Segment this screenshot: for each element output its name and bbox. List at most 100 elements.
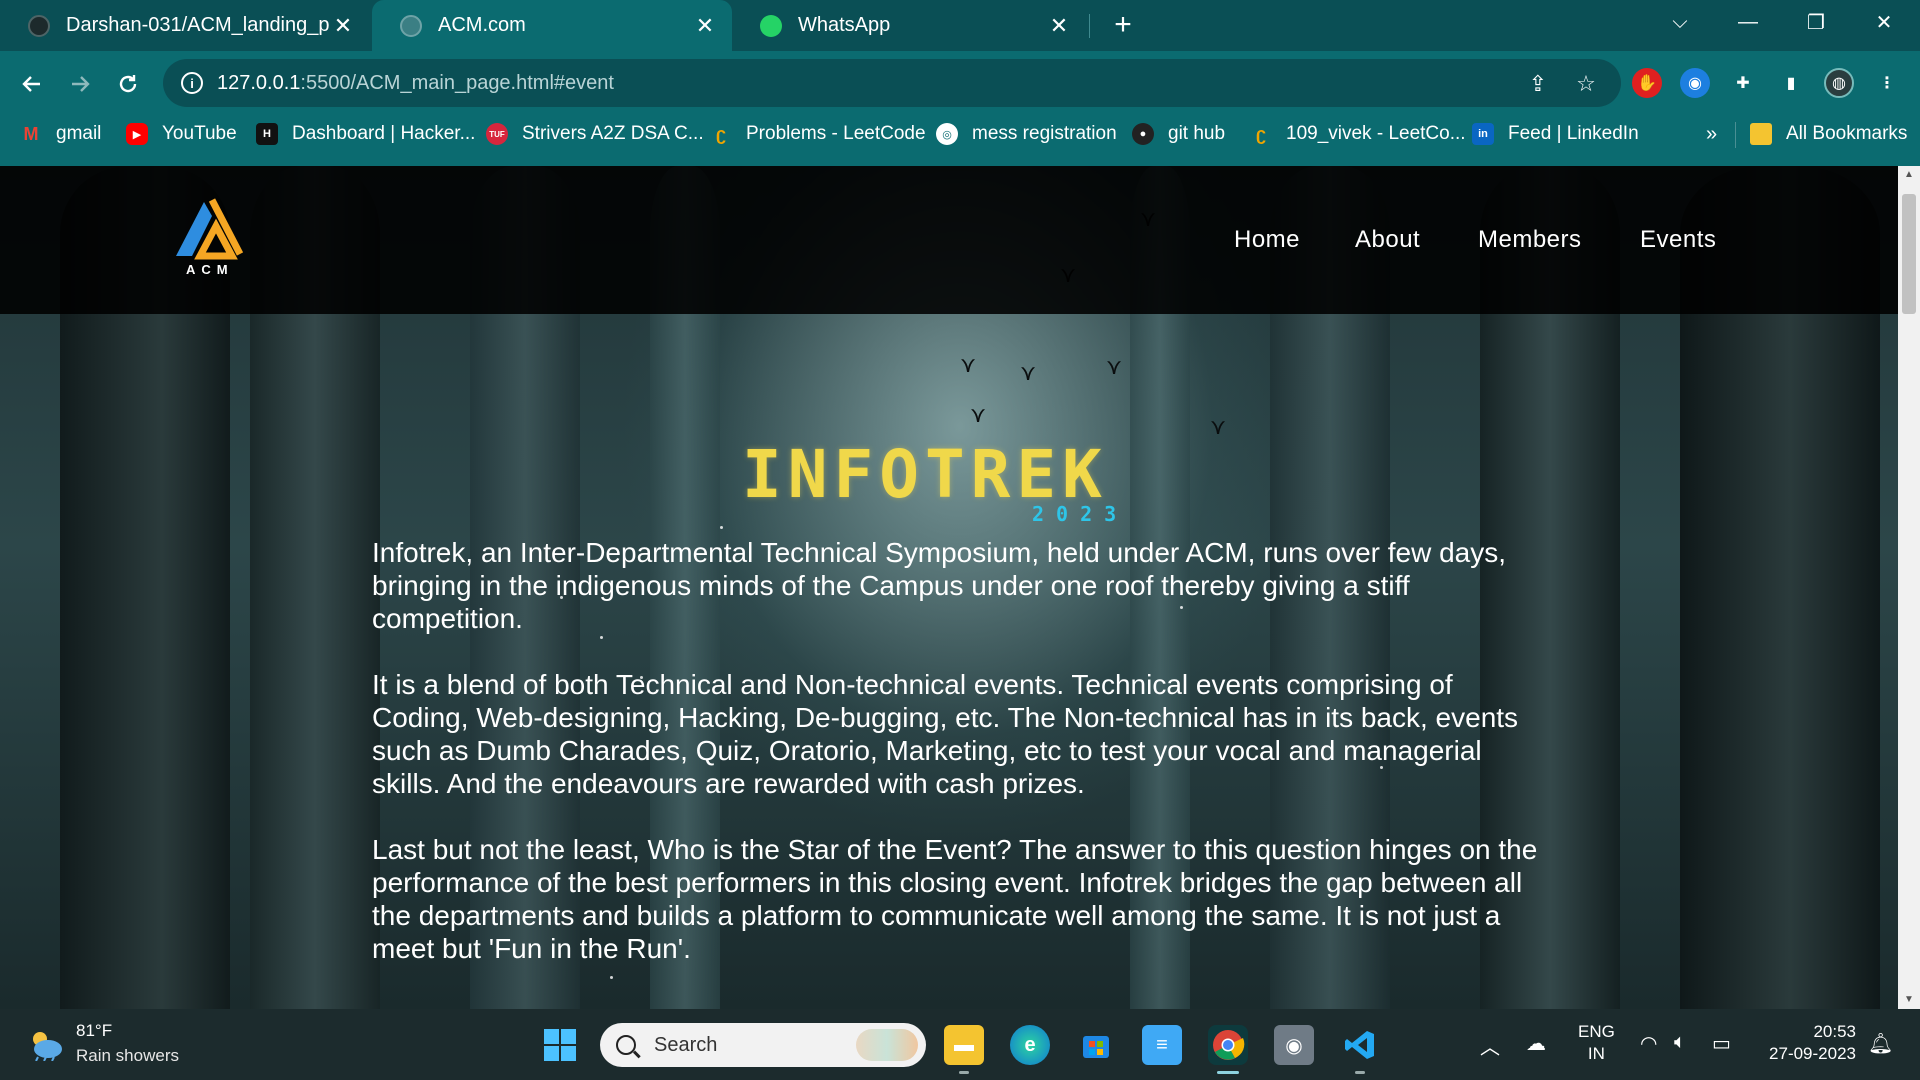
bookmark-label: 109_vivek - LeetCo... <box>1286 123 1466 144</box>
event-paragraph: It is a blend of both Technical and Non-… <box>372 669 1519 799</box>
reload-icon <box>119 75 137 93</box>
new-tab-button[interactable]: + <box>1106 8 1140 42</box>
bookmark-mess-registration[interactable]: ◎ mess registration <box>936 118 1117 150</box>
scroll-down-icon[interactable]: ▼ <box>1898 991 1920 1009</box>
search-placeholder: Search <box>654 1033 718 1056</box>
bookmark-label: Dashboard | Hacker... <box>292 123 476 144</box>
window-close-button[interactable]: ✕ <box>1854 0 1914 44</box>
bird-icon: ⋎ <box>960 352 977 377</box>
scroll-thumb[interactable] <box>1902 194 1916 314</box>
region-code: IN <box>1587 1044 1605 1063</box>
page-scrollbar[interactable]: ▲ ▼ <box>1898 166 1920 1009</box>
vscode-icon[interactable] <box>1340 1025 1380 1065</box>
globe-icon <box>400 14 422 37</box>
restore-button[interactable]: ❐ <box>1786 0 1846 44</box>
notification-bell-icon[interactable]: 🔔︎ <box>1868 1031 1893 1056</box>
search-highlight-art <box>856 1029 918 1061</box>
bookmark-leetcode-problems[interactable]: ʗ Problems - LeetCode <box>710 118 926 150</box>
scroll-up-icon[interactable]: ▲ <box>1898 166 1920 184</box>
battery-icon[interactable]: ▭ <box>1712 1031 1731 1056</box>
bookmark-strivers[interactable]: TUF Strivers A2Z DSA C... <box>486 118 704 150</box>
tab-acm[interactable]: ACM.com ✕ <box>372 0 732 51</box>
nav-members[interactable]: Members <box>1478 226 1582 254</box>
particle <box>720 526 723 529</box>
whatsapp-icon <box>760 14 782 37</box>
tab-whatsapp[interactable]: WhatsApp ✕ <box>732 0 1086 51</box>
bookmarks-bar: M gmail ▶ YouTube H Dashboard | Hacker..… <box>0 118 1920 150</box>
linkedin-icon: in <box>1472 123 1494 145</box>
github-icon <box>28 14 50 37</box>
weather-temperature[interactable]: 81°F <box>76 1021 112 1041</box>
all-bookmarks-button[interactable]: All Bookmarks <box>1750 118 1907 150</box>
gmail-icon: M <box>23 123 39 144</box>
adblock-extension-icon[interactable]: ✋ <box>1632 68 1662 98</box>
event-paragraph: Infotrek, an Inter-Departmental Technica… <box>372 537 1507 634</box>
url-host: 127.0.0.1 <box>217 71 301 94</box>
weather-description[interactable]: Rain showers <box>76 1046 179 1066</box>
site-info-icon[interactable]: i <box>181 72 203 94</box>
bookmarks-overflow-button[interactable]: » <box>1706 118 1717 150</box>
extensions-puzzle-icon[interactable]: ✚ <box>1728 68 1758 98</box>
edge-icon[interactable]: e <box>1010 1025 1050 1065</box>
bookmark-label: git hub <box>1168 123 1226 144</box>
notepad-icon[interactable]: ≡ <box>1142 1025 1182 1065</box>
chevron-up-icon[interactable]: ︿ <box>1480 1031 1500 1060</box>
bookmark-gmail[interactable]: M gmail <box>20 118 102 150</box>
onedrive-icon[interactable]: ☁ <box>1526 1031 1546 1056</box>
file-explorer-icon[interactable]: ▬ <box>944 1025 984 1065</box>
bookmark-star-icon[interactable]: ☆ <box>1572 70 1600 98</box>
tab-github[interactable]: Darshan-031/ACM_landing_page ✕ <box>0 0 370 51</box>
bookmark-label: gmail <box>56 123 102 144</box>
windows-start-icon[interactable] <box>540 1025 580 1065</box>
all-bookmarks-label: All Bookmarks <box>1786 123 1908 144</box>
extension-wave-icon[interactable]: ◉ <box>1680 68 1710 98</box>
minimize-button[interactable]: — <box>1718 0 1778 44</box>
bird-icon: ⋎ <box>1210 414 1227 439</box>
bookmark-youtube[interactable]: ▶ YouTube <box>126 118 237 150</box>
tab-label: ACM.com <box>438 14 526 36</box>
logo-text: ACM <box>186 262 234 277</box>
wifi-icon[interactable]: ◠ <box>1640 1031 1657 1056</box>
event-description: Infotrek, an Inter-Departmental Technica… <box>372 536 1542 998</box>
address-bar[interactable]: i 127.0.0.1:5500/ACM_main_page.html#even… <box>163 59 1621 107</box>
nav-about[interactable]: About <box>1355 226 1420 254</box>
menu-kebab-icon[interactable]: ⋮ <box>1872 68 1902 98</box>
language-indicator[interactable]: ENG IN <box>1578 1021 1615 1065</box>
globe-icon: ◎ <box>936 123 958 145</box>
close-icon[interactable]: ✕ <box>1046 13 1072 39</box>
bookmark-hackerrank[interactable]: H Dashboard | Hacker... <box>256 118 475 150</box>
bookmark-linkedin[interactable]: in Feed | LinkedIn <box>1472 118 1639 150</box>
bird-icon: ⋎ <box>970 402 987 427</box>
system-clock[interactable]: 20:53 27-09-2023 <box>1760 1021 1856 1065</box>
back-button[interactable] <box>14 66 50 102</box>
search-icon <box>616 1035 636 1055</box>
close-icon[interactable]: ✕ <box>692 13 718 39</box>
acm-logo[interactable] <box>170 192 246 272</box>
taskbar-search[interactable]: Search <box>600 1023 926 1067</box>
nav-events[interactable]: Events <box>1640 226 1716 254</box>
forward-button[interactable] <box>62 66 98 102</box>
profile-avatar[interactable]: ◍ <box>1824 68 1854 98</box>
close-icon[interactable]: ✕ <box>330 13 356 39</box>
nav-home[interactable]: Home <box>1234 226 1300 254</box>
bookmark-label: Strivers A2Z DSA C... <box>522 123 704 144</box>
side-panel-icon[interactable]: ▮ <box>1776 68 1806 98</box>
clock-date: 27-09-2023 <box>1769 1044 1856 1063</box>
chrome-icon[interactable] <box>1208 1025 1248 1065</box>
github-icon: ● <box>1132 123 1154 145</box>
youtube-icon: ▶ <box>126 123 148 145</box>
clock-time: 20:53 <box>1813 1022 1856 1041</box>
microsoft-store-icon[interactable] <box>1076 1025 1116 1065</box>
bookmark-leetcode-profile[interactable]: ʗ 109_vivek - LeetCo... <box>1250 118 1466 150</box>
bookmark-github[interactable]: ● git hub <box>1132 118 1225 150</box>
volume-icon[interactable]: 🔈︎ <box>1674 1031 1686 1054</box>
windows-taskbar: 81°F Rain showers Search ▬ e ≡ ◉ ︿ ☁ ENG… <box>0 1009 1920 1080</box>
bookmark-label: YouTube <box>162 123 237 144</box>
camera-icon[interactable]: ◉ <box>1274 1025 1314 1065</box>
rain-cloud-icon[interactable] <box>26 1029 64 1061</box>
share-icon[interactable]: ⇪ <box>1524 70 1552 98</box>
leetcode-icon: ʗ <box>715 123 726 144</box>
reload-button[interactable] <box>110 66 146 102</box>
tab-search-icon[interactable]: ⌵ <box>1650 0 1710 44</box>
event-year: 2023 <box>1032 502 1129 526</box>
